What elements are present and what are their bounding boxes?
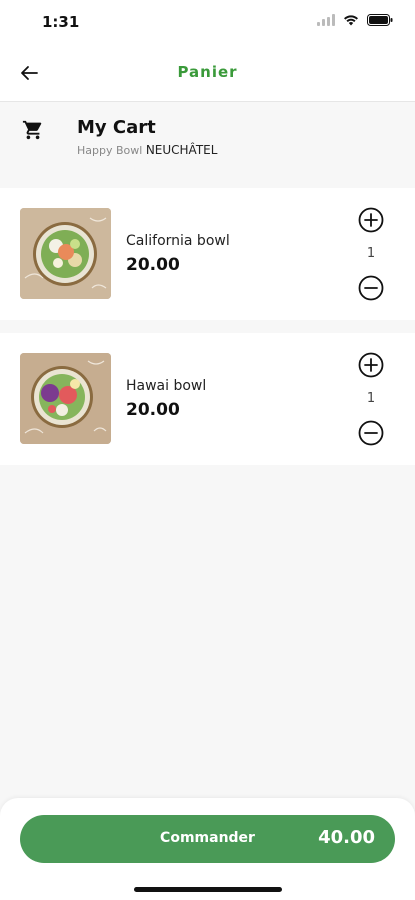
store-info: Happy Bowl NEUCHÂTEL	[77, 143, 217, 157]
item-price: 20.00	[126, 400, 180, 420]
cart-icon	[22, 120, 42, 140]
page-title: Panier	[177, 63, 238, 81]
item-price: 20.00	[126, 255, 180, 275]
order-total: 40.00	[318, 827, 375, 848]
plus-circle-icon[interactable]	[358, 352, 384, 378]
wifi-icon	[344, 15, 358, 26]
item-name: Hawai bowl	[126, 378, 207, 394]
minus-circle-icon[interactable]	[358, 420, 384, 446]
store-name: Happy Bowl	[77, 144, 143, 157]
bowl-image	[20, 353, 111, 444]
cart-item: California bowl 20.00 1	[0, 188, 415, 320]
cart-title: My Cart	[77, 117, 156, 138]
quantity-value: 1	[366, 246, 376, 261]
nav-bar: Panier	[0, 46, 415, 102]
cart-header: My Cart Happy Bowl NEUCHÂTEL	[0, 103, 415, 183]
bowl-image	[20, 208, 111, 299]
status-bar: 1:31	[0, 0, 415, 46]
signal-icon	[317, 14, 335, 26]
minus-circle-icon[interactable]	[358, 275, 384, 301]
checkout-bar: Commander 40.00	[0, 798, 415, 900]
status-icons	[317, 14, 393, 26]
order-button[interactable]: Commander 40.00	[20, 815, 395, 863]
status-time: 1:31	[42, 13, 80, 31]
store-city: NEUCHÂTEL	[145, 143, 218, 157]
plus-circle-icon[interactable]	[358, 207, 384, 233]
quantity-value: 1	[366, 391, 376, 406]
cart-item: Hawai bowl 20.00 1	[0, 333, 415, 465]
battery-icon	[367, 14, 393, 26]
california-bowl-image	[20, 208, 111, 299]
hawai-bowl-image	[20, 353, 111, 444]
home-indicator	[134, 887, 282, 892]
item-name: California bowl	[126, 233, 230, 249]
